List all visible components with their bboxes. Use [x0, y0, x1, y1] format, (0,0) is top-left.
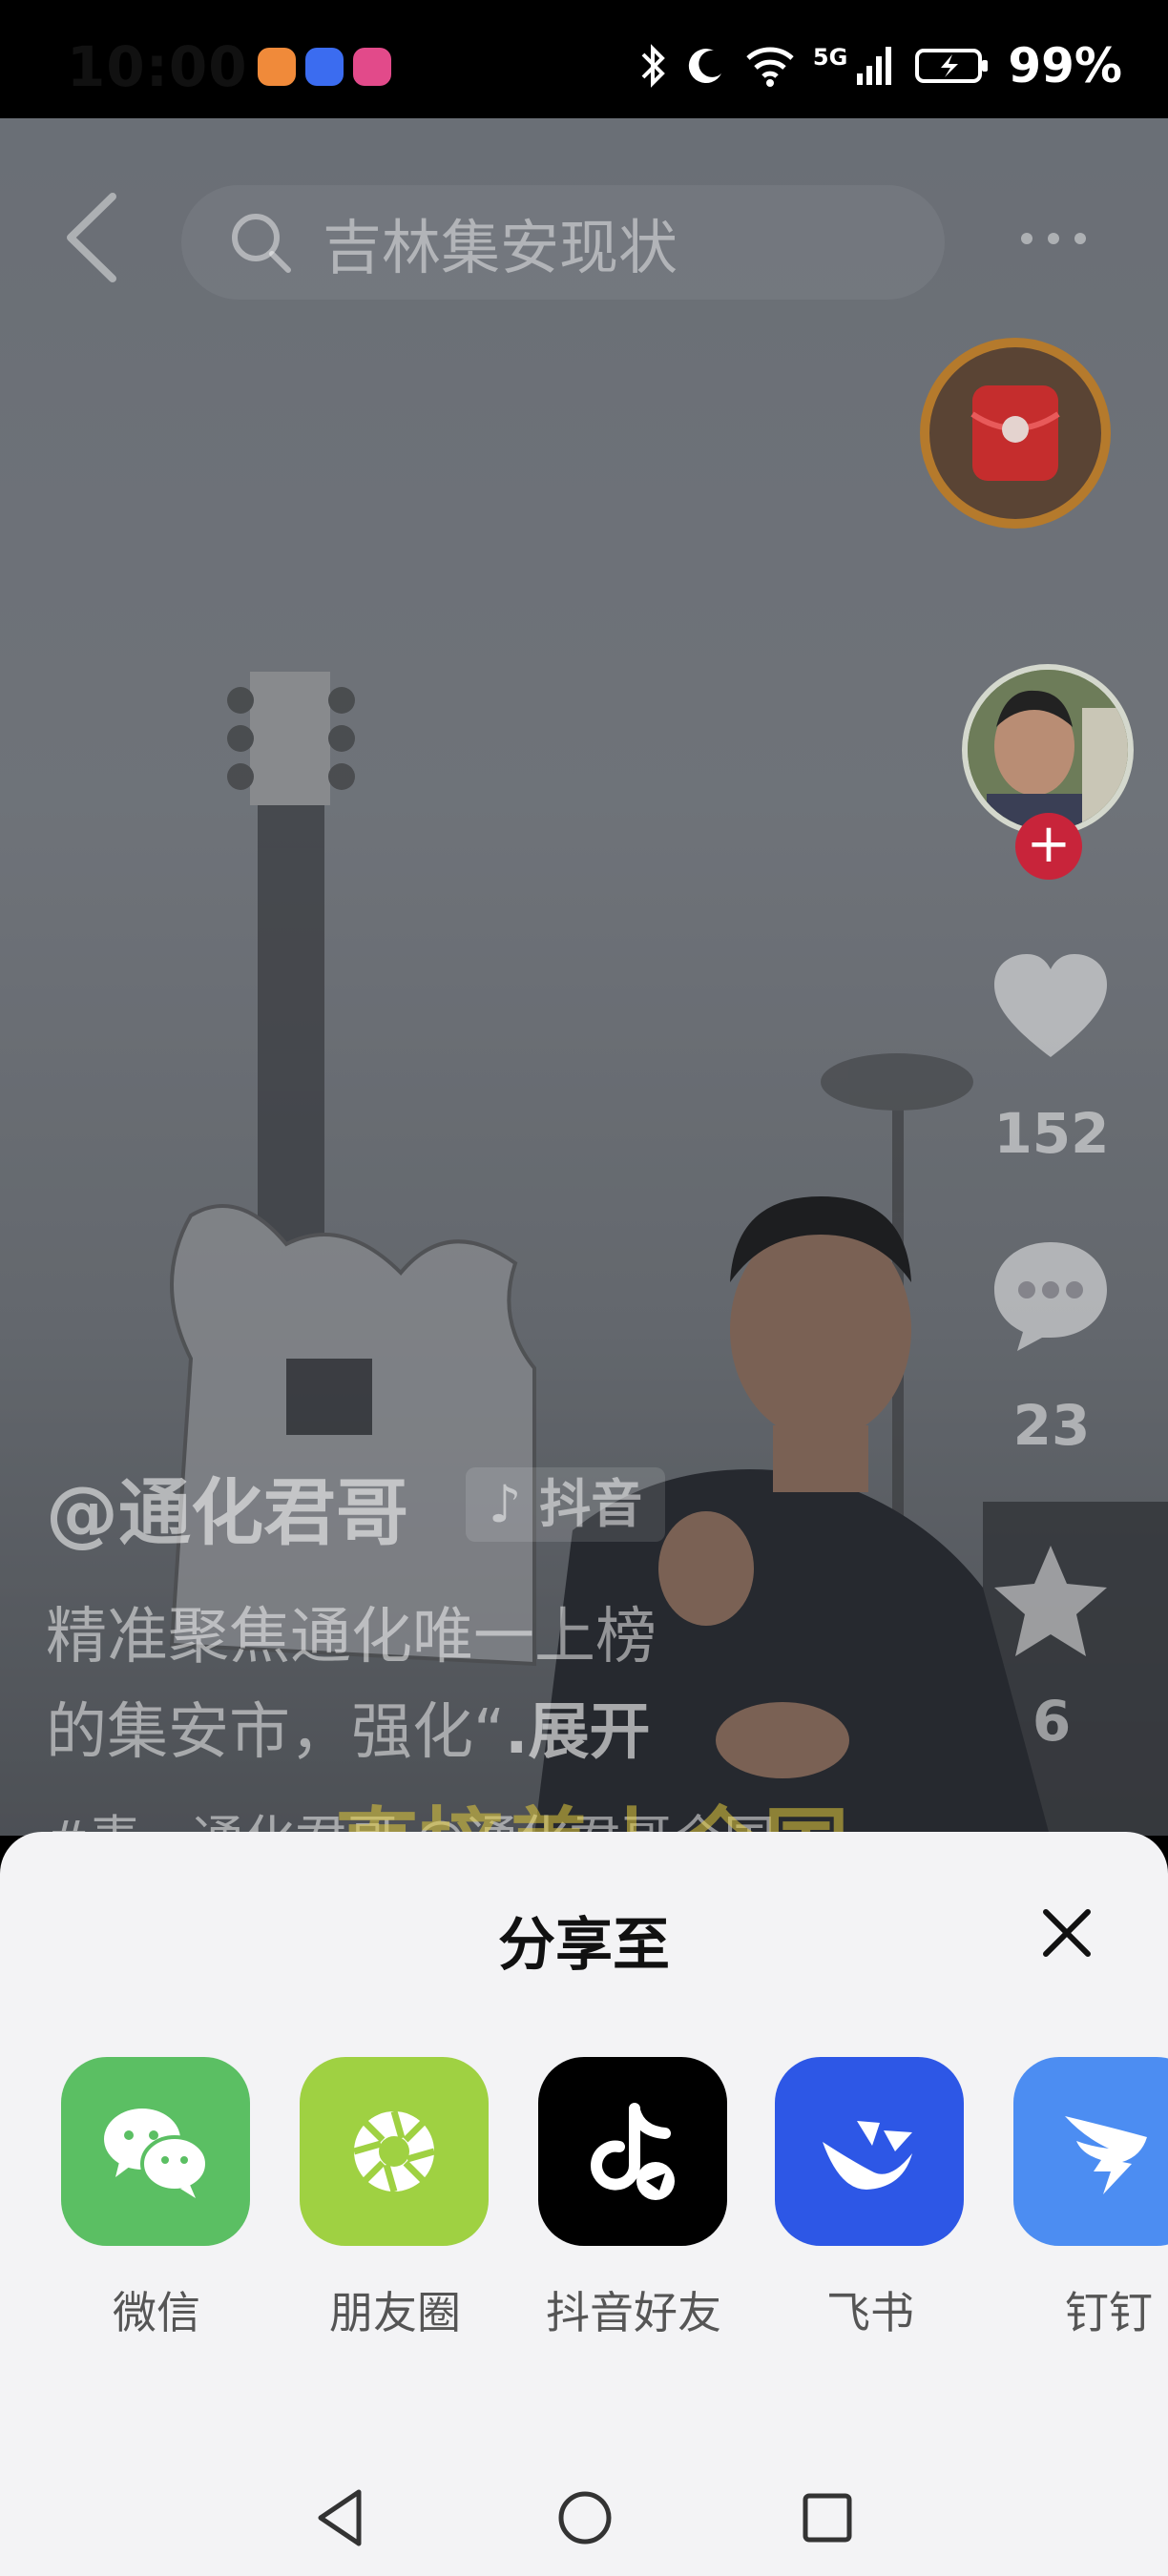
search-bar[interactable]: 吉林集安现状 [181, 185, 945, 300]
red-packet-icon [970, 385, 1060, 481]
description-line-2-text: 的集安市，强化“ [46, 1697, 506, 1768]
like-count: 152 [993, 1101, 1110, 1166]
wifi-icon [746, 47, 794, 87]
follow-button[interactable]: + [1015, 813, 1082, 880]
red-packet-button[interactable] [920, 338, 1111, 529]
share-wechat-tile [61, 2057, 250, 2246]
notification-app-icon [304, 48, 344, 86]
network-type: 5G [812, 44, 848, 71]
nav-recents-icon[interactable] [794, 2484, 861, 2551]
share-douyin-friends[interactable]: 抖音好友 [538, 2057, 729, 2341]
status-bar: 10:00 5G 99% [0, 0, 1168, 118]
comment-icon[interactable] [989, 1233, 1113, 1357]
platform-tag-label: 抖音 [539, 1474, 643, 1534]
more-options-icon[interactable] [1021, 233, 1086, 244]
expand-link[interactable]: .展开 [505, 1697, 650, 1768]
share-douyin-label: 抖音好友 [546, 2287, 721, 2338]
search-query: 吉林集安现状 [323, 213, 678, 282]
feishu-icon [823, 2121, 912, 2190]
share-moments-tile [300, 2057, 489, 2246]
battery-percent: 99% [1008, 38, 1122, 93]
close-icon[interactable] [1038, 1904, 1095, 1962]
description-line-2: 的集安市，强化“.展开 [46, 1683, 650, 1771]
author-name[interactable]: @通化君哥 [46, 1454, 408, 1559]
share-sheet-title: 分享至 [498, 1912, 670, 1979]
share-feishu-label: 飞书 [826, 2287, 914, 2338]
battery-icon [915, 49, 989, 83]
share-moments[interactable]: 朋友圈 [300, 2057, 490, 2341]
video-subtitle: 直接盖上全国 [334, 1778, 849, 1836]
nav-back-icon[interactable] [307, 2484, 374, 2551]
search-icon [232, 214, 291, 273]
share-dingtalk-label: 钉钉 [1065, 2287, 1153, 2338]
back-arrow-icon[interactable] [57, 185, 124, 290]
status-right: 5G 99% [639, 38, 1122, 93]
wechat-icon [104, 2109, 209, 2198]
share-wechat-label: 微信 [113, 2287, 200, 2338]
status-left: 10:00 [67, 34, 391, 99]
moon-icon [688, 49, 721, 84]
avatar-image [968, 670, 1128, 830]
nav-home-icon[interactable] [552, 2484, 618, 2551]
share-feishu-tile [775, 2057, 964, 2246]
bluetooth-icon [641, 44, 665, 88]
signal-icon [857, 47, 892, 85]
like-heart-icon[interactable] [989, 950, 1113, 1065]
description-line-1: 精准聚焦通化唯一上榜 [46, 1602, 657, 1672]
notification-app-icon [352, 48, 391, 86]
share-targets-row: 微信 朋友圈 抖音好友 飞书 钉钉 [0, 2057, 1168, 2343]
share-feishu[interactable]: 飞书 [775, 2057, 966, 2341]
comment-count: 23 [1012, 1393, 1091, 1458]
system-nav-bar [0, 2452, 1168, 2576]
status-time: 10:00 [67, 34, 248, 99]
share-douyin-tile [538, 2057, 727, 2246]
favorite-star-icon[interactable] [989, 1540, 1113, 1664]
share-dingtalk-tile [1013, 2057, 1168, 2246]
dingtalk-icon [1065, 2116, 1147, 2194]
notification-app-icon [257, 48, 296, 86]
share-dingtalk[interactable]: 钉钉 [1013, 2057, 1168, 2341]
music-note-icon: ♪ [489, 1474, 522, 1534]
favorite-count: 6 [1032, 1689, 1072, 1754]
platform-tag[interactable]: ♪ 抖音 [466, 1467, 666, 1542]
douyin-icon [591, 2103, 675, 2200]
author-avatar[interactable] [962, 664, 1134, 836]
video-player[interactable]: 吉林集安现状 + 152 23 6 @通化君哥 ♪ 抖音 精准聚焦通化唯一上榜 … [0, 118, 1168, 1836]
moments-icon [353, 2110, 435, 2192]
share-wechat[interactable]: 微信 [61, 2057, 252, 2341]
share-moments-label: 朋友圈 [329, 2287, 461, 2338]
